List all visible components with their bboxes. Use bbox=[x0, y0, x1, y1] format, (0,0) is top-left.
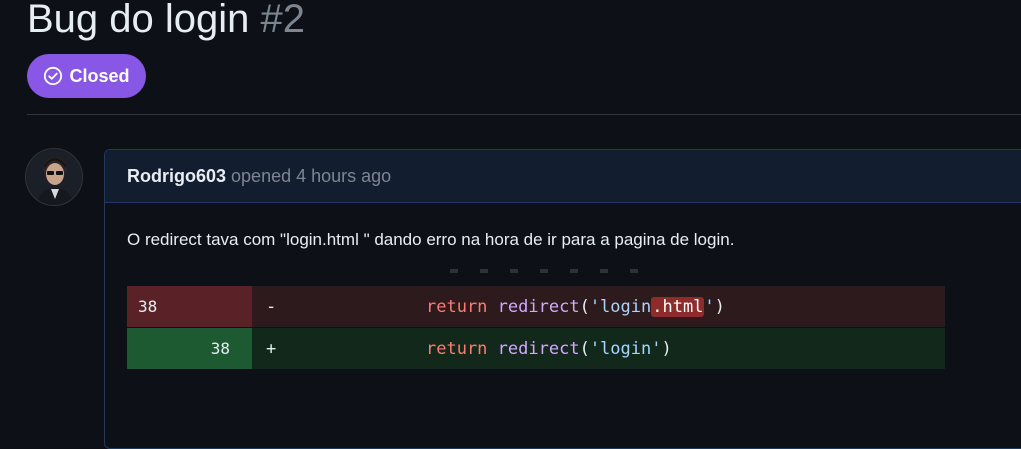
code-paren-open: ( bbox=[579, 338, 590, 359]
code-string-end: ' bbox=[704, 296, 715, 317]
code-keyword: return bbox=[426, 296, 488, 317]
comment-timestamp: opened 4 hours ago bbox=[231, 165, 392, 186]
comment-body: O redirect tava com "login.html " dando … bbox=[127, 230, 735, 249]
line-number-added: 38 bbox=[127, 328, 252, 369]
diff-row-removed: 38 - return redirect('login.html') bbox=[127, 286, 945, 327]
code-string: 'login' bbox=[589, 338, 662, 359]
header-divider bbox=[27, 114, 1021, 115]
code-paren-open: ( bbox=[579, 296, 590, 317]
comment-author[interactable]: Rodrigo603 bbox=[127, 166, 226, 187]
code-paren-close: ) bbox=[661, 338, 672, 359]
check-circle-icon bbox=[43, 66, 63, 86]
issue-number: #2 bbox=[260, 0, 306, 41]
issue-title-text: Bug do login bbox=[27, 0, 250, 41]
code-diff: 38 - return redirect('login.html') 38 + … bbox=[127, 286, 945, 369]
code-function: redirect bbox=[497, 296, 580, 317]
line-number-removed: 38 bbox=[127, 286, 252, 327]
code-line-removed: return redirect('login.html') bbox=[426, 296, 725, 317]
status-label: Closed bbox=[69, 65, 130, 86]
user-avatar-icon bbox=[26, 149, 82, 205]
code-string-start: 'login bbox=[589, 296, 652, 317]
code-string-highlight: .html bbox=[651, 296, 705, 317]
diff-sign-removed: - bbox=[266, 296, 277, 317]
code-paren-close: ) bbox=[714, 296, 725, 317]
code-line-added: return redirect('login') bbox=[426, 339, 672, 359]
code-function: redirect bbox=[497, 338, 580, 359]
diff-row-added: 38 + return redirect('login') bbox=[127, 328, 945, 369]
diff-sign-added: + bbox=[266, 338, 277, 359]
status-badge: Closed bbox=[27, 54, 146, 98]
comment-header: Rodrigo603 opened 4 hours ago bbox=[105, 150, 1021, 203]
cropped-code-line bbox=[450, 269, 660, 273]
code-keyword: return bbox=[426, 338, 488, 359]
avatar[interactable] bbox=[25, 148, 83, 206]
issue-title: Bug do login #2 bbox=[27, 0, 305, 46]
